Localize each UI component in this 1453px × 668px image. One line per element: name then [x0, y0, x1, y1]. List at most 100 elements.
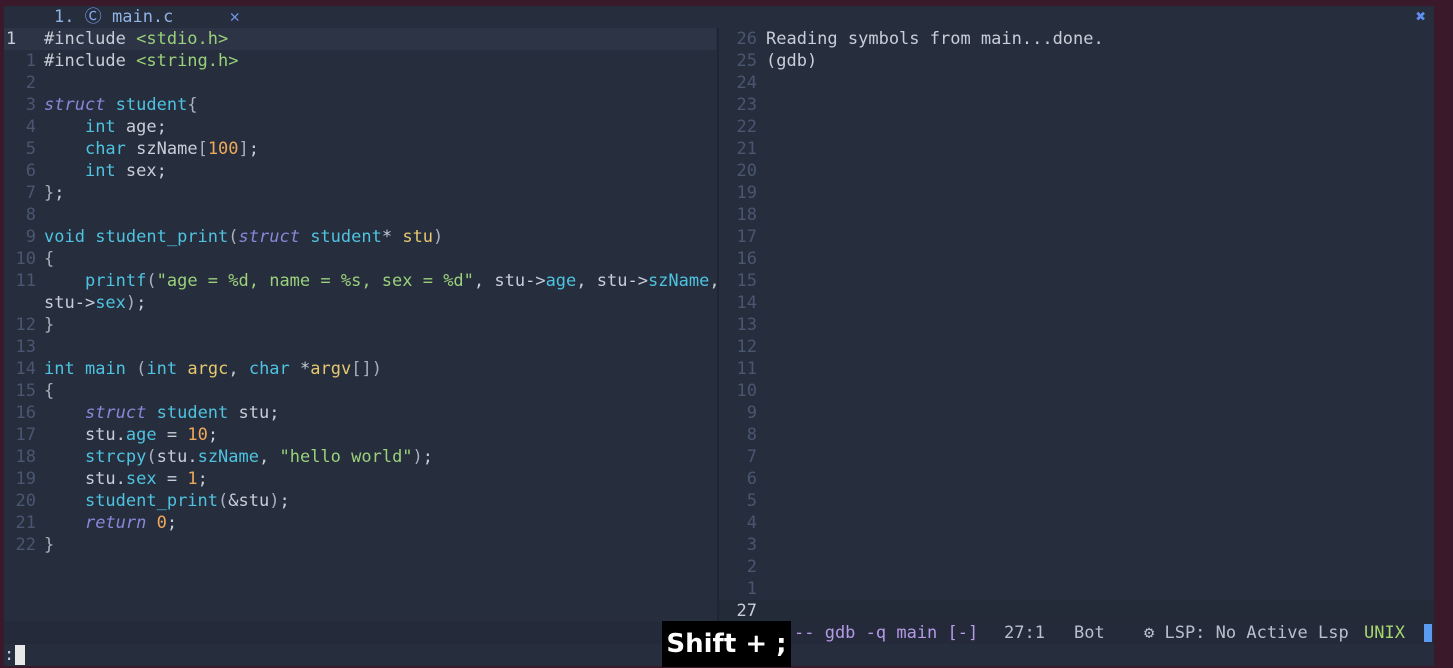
code-line[interactable]: 12} — [4, 314, 716, 336]
code-line[interactable]: 18 strcpy(stu.szName, "hello world"); — [4, 446, 716, 468]
line-number: 7 — [25, 183, 36, 203]
code-line[interactable]: 22} — [4, 534, 716, 556]
code-line[interactable]: 16 struct student stu; — [4, 402, 716, 424]
terminal-line: 25 (gdb) — [719, 50, 1434, 72]
line-number: 22 — [15, 535, 36, 555]
code-line[interactable]: 15 { — [4, 380, 716, 402]
code-line[interactable]: 4 int age; — [4, 116, 716, 138]
code-line[interactable]: 19 stu.sex = 1; — [4, 468, 716, 490]
tab-close-icon[interactable]: ✕ — [230, 7, 240, 27]
terminal-line: 19 — [719, 182, 1434, 204]
code-token: ( — [136, 359, 147, 379]
code-line[interactable]: 20 student_print(&stu); — [4, 490, 716, 512]
code-token: <stdio.h> — [136, 29, 229, 49]
code-token: { — [44, 249, 55, 269]
terminal-line: 15 — [719, 270, 1434, 292]
terminal-line: 6 — [719, 468, 1434, 490]
line-number: 3 — [25, 95, 36, 115]
terminal-line: 1 — [719, 578, 1434, 600]
terminal-line: 24 — [719, 72, 1434, 94]
tabline: 1. Ⓒ main.c ✕ ✖ — [4, 6, 1434, 28]
line-number: 10 — [15, 249, 36, 269]
code-token: stu. — [44, 469, 126, 489]
code-token: szName — [647, 271, 710, 291]
terminal-line: 13 — [719, 314, 1434, 336]
code-token: ; — [136, 293, 147, 313]
line-number: 23 — [736, 95, 757, 115]
c-file-icon: Ⓒ — [84, 7, 102, 27]
terminal-line: 2 — [719, 556, 1434, 578]
code-token: [ — [197, 139, 208, 159]
terminal-line: 14 — [719, 292, 1434, 314]
code-line[interactable]: 9 void student_print(struct student* stu) — [4, 226, 716, 248]
line-number: 16 — [736, 249, 757, 269]
code-token: ; — [279, 491, 290, 511]
terminal-line: 11 — [719, 358, 1434, 380]
code-token: student — [115, 95, 188, 115]
code-token: student_print — [84, 491, 219, 511]
code-line[interactable]: 6 int sex; — [4, 160, 716, 182]
line-number: 6 — [746, 469, 757, 489]
gdb-terminal-pane[interactable]: 2 6 Reading symbols from main...done. 25 (gd… — [719, 28, 1434, 622]
code-token: main — [84, 359, 126, 379]
code-token: szName — [125, 139, 198, 159]
line-number: 27 — [736, 601, 757, 621]
code-token: } — [44, 535, 55, 555]
code-token: } — [44, 315, 55, 335]
line-number: 19 — [15, 469, 36, 489]
code-line[interactable]: 1 #include <string.h> — [4, 50, 716, 72]
terminal-text: (gdb) — [766, 51, 818, 71]
code-token: = — [156, 425, 188, 445]
code-token: stu. — [156, 447, 198, 467]
line-number: 13 — [736, 315, 757, 335]
code-line[interactable]: 13 — [4, 336, 716, 358]
status-fileformat: UNIX — [1364, 623, 1405, 643]
line-number: 7 — [746, 447, 757, 467]
code-token: &stu — [228, 491, 270, 511]
code-token: * — [381, 227, 403, 247]
code-token: stu. — [44, 425, 126, 445]
code-token: age — [125, 425, 157, 445]
line-number: 25 — [736, 51, 757, 71]
code-line[interactable]: 5 char szName[100]; — [4, 138, 716, 160]
code-line[interactable]: 1 #include <stdio.h> — [4, 28, 716, 50]
code-token: sex; — [115, 161, 167, 181]
code-line[interactable]: 8 — [4, 204, 716, 226]
code-token: stu; — [228, 403, 280, 423]
code-token: , — [709, 271, 716, 291]
code-line[interactable]: stu->sex); — [4, 292, 716, 314]
line-number: 12 — [736, 337, 757, 357]
code-token: int — [84, 117, 116, 137]
code-line[interactable]: 11 printf("age = %d, name = %s, sex = %d… — [4, 270, 716, 292]
close-all-icon[interactable]: ✖ — [1416, 7, 1426, 27]
code-editor-pane[interactable]: 1 #include <stdio.h> 1 #include <string.h> 2… — [4, 28, 716, 622]
code-token: { — [44, 381, 55, 401]
terminal-line: 21 — [719, 138, 1434, 160]
code-line[interactable]: 17 stu.age = 10; — [4, 424, 716, 446]
terminal-text: Reading symbols from main...done. — [766, 29, 1104, 49]
line-number: 21 — [736, 139, 757, 159]
tab-main-c[interactable]: 1. Ⓒ main.c ✕ — [54, 7, 240, 27]
code-line[interactable]: 14 int main (int argc, char *argv[]) — [4, 358, 716, 380]
code-token: ( — [228, 227, 239, 247]
code-line[interactable]: 2 — [4, 72, 716, 94]
terminal-line: 23 — [719, 94, 1434, 116]
terminal-line: 9 — [719, 402, 1434, 424]
code-line[interactable]: 21 return 0; — [4, 512, 716, 534]
code-line[interactable]: 3 struct student{ — [4, 94, 716, 116]
terminal-line: 22 — [719, 116, 1434, 138]
code-token: , stu-> — [576, 271, 648, 291]
terminal-line: 17 — [719, 226, 1434, 248]
code-line[interactable]: 7}; — [4, 182, 716, 204]
command-line-text: : — [4, 645, 15, 665]
editor-window: 1. Ⓒ main.c ✕ ✖ 1 #include <stdio.h> 1 #inc… — [4, 6, 1434, 666]
code-token: ; — [207, 425, 219, 445]
code-line[interactable]: 10 { — [4, 248, 716, 270]
